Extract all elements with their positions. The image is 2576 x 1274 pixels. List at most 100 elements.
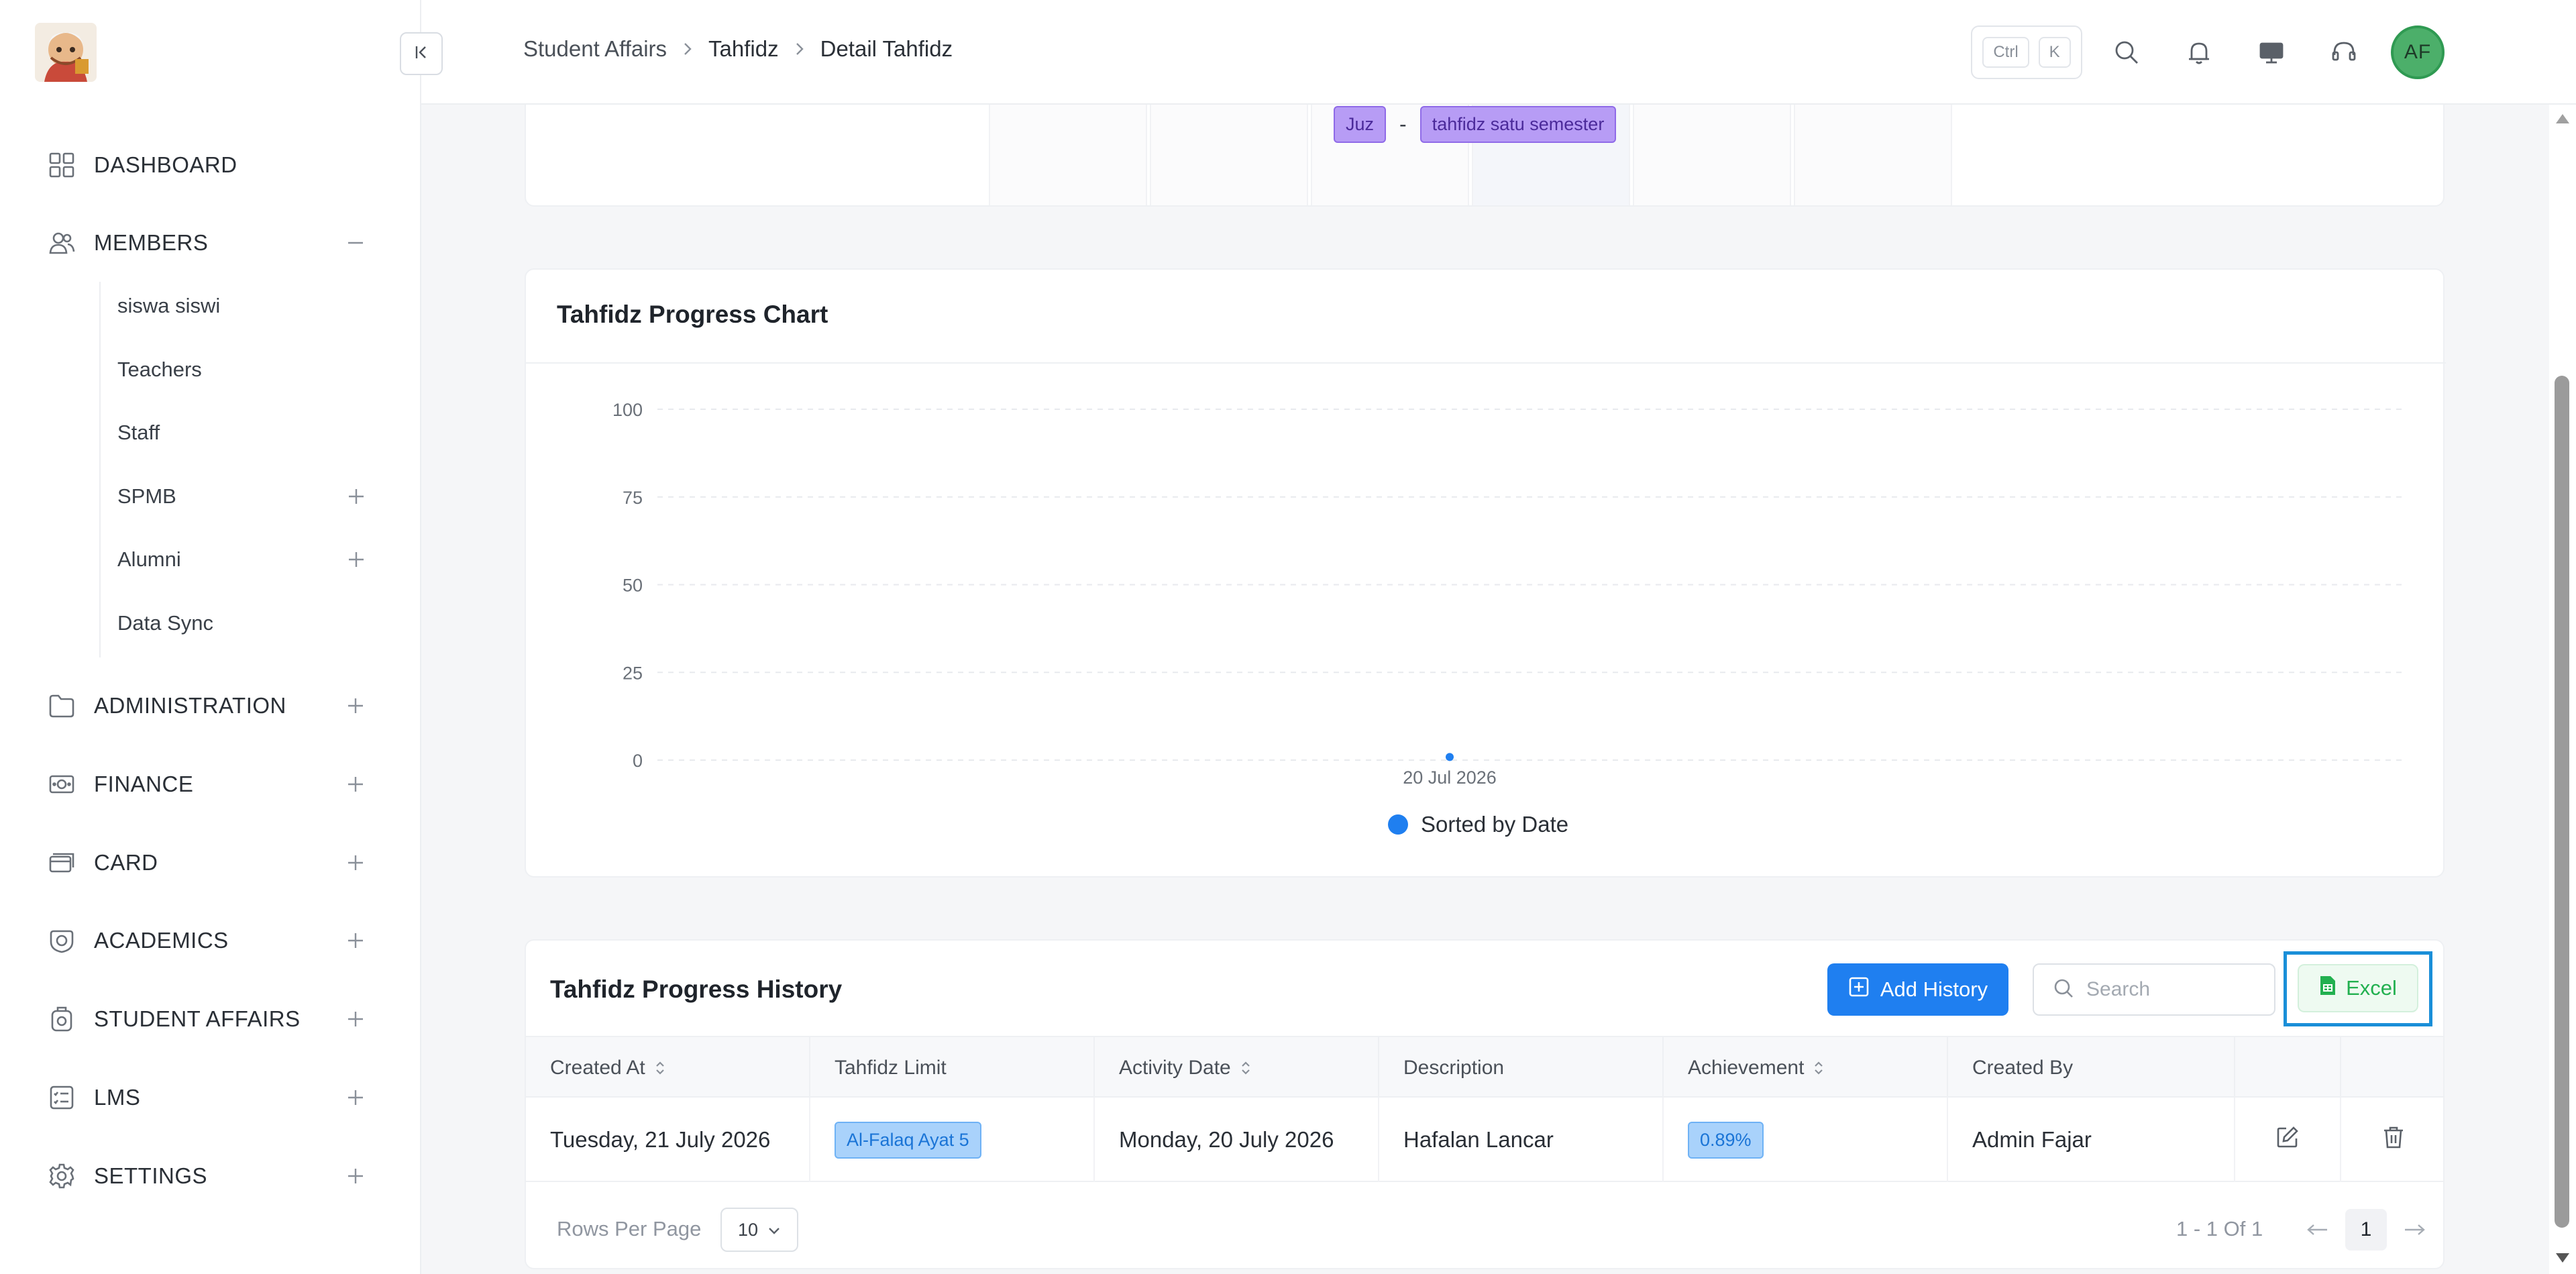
sub-item-label: Data Sync	[117, 611, 214, 635]
table-row: Tuesday, 21 July 2026 Al-Falaq Ayat 5 Mo…	[526, 1098, 2443, 1182]
column-label: Activity Date	[1119, 1057, 1231, 1079]
nav-settings-label: SETTINGS	[94, 1163, 208, 1188]
limit-badge: Al-Falaq Ayat 5	[835, 1121, 981, 1159]
nav-members-label: MEMBERS	[94, 230, 209, 255]
column-tahfidz-limit: Tahfidz Limit	[810, 1037, 1095, 1099]
x-tick-label: 20 Jul 2026	[1403, 767, 1497, 788]
bell-icon[interactable]	[2182, 35, 2216, 70]
student-affairs-icon	[47, 1004, 76, 1034]
nav-academics[interactable]: ACADEMICS	[47, 919, 369, 962]
dashboard-grid-icon	[47, 150, 76, 180]
cell-delete	[2341, 1098, 2443, 1182]
column-label: Created At	[550, 1057, 645, 1079]
expand-plus-icon[interactable]	[343, 483, 370, 510]
edit-icon[interactable]	[2275, 1125, 2300, 1155]
achievement-badge: 0.89%	[1688, 1121, 1764, 1159]
nav-lms-label: LMS	[94, 1085, 141, 1110]
search-icon[interactable]	[2109, 35, 2144, 70]
y-tick-label: 50	[623, 576, 643, 596]
chevron-right-icon	[794, 41, 806, 57]
nav-dashboard[interactable]: DASHBOARD	[47, 144, 369, 187]
expand-plus-icon[interactable]	[342, 692, 369, 719]
search-input[interactable]	[2086, 978, 2247, 1001]
scroll-down-arrow-icon[interactable]	[2556, 1253, 2569, 1263]
page-number-button[interactable]: 1	[2345, 1209, 2387, 1251]
chart-card-title: Tahfidz Progress Chart	[557, 301, 828, 328]
expand-plus-icon[interactable]	[342, 927, 369, 954]
folder-icon	[47, 691, 76, 721]
column-label: Achievement	[1688, 1057, 1805, 1079]
expand-plus-icon[interactable]	[342, 771, 369, 798]
excel-export-button[interactable]: Excel	[2298, 964, 2418, 1012]
scroll-thumb[interactable]	[2555, 376, 2569, 1228]
sub-item-alumni[interactable]: Alumni	[117, 539, 370, 580]
sub-item-teachers[interactable]: Teachers	[117, 350, 370, 390]
y-tick-label: 0	[633, 751, 643, 771]
cell-created-by: Admin Fajar	[1948, 1098, 2235, 1182]
page-scrollbar[interactable]	[2549, 105, 2576, 1274]
excel-focus-outline: Excel	[2284, 951, 2432, 1026]
scroll-up-arrow-icon[interactable]	[2556, 114, 2569, 123]
rows-per-page-select[interactable]: 10	[720, 1208, 798, 1252]
rows-per-page-label: Rows Per Page	[557, 1217, 702, 1240]
trash-icon[interactable]	[2382, 1125, 2405, 1155]
nav-members[interactable]: MEMBERS	[47, 221, 369, 264]
column-description: Description	[1379, 1037, 1664, 1099]
sidebar: DASHBOARD MEMBERS siswa siswi Teachers S…	[0, 0, 421, 1274]
breadcrumb-student-affairs[interactable]: Student Affairs	[523, 36, 667, 62]
history-card-title: Tahfidz Progress History	[550, 975, 843, 1003]
gear-icon	[47, 1161, 76, 1191]
nav-finance-label: FINANCE	[94, 772, 194, 796]
collapse-sidebar-button[interactable]	[400, 32, 443, 75]
collapse-minus-icon[interactable]	[342, 229, 369, 256]
add-history-button[interactable]: Add History	[1827, 963, 2008, 1016]
command-palette-shortcut[interactable]: Ctrl K	[1971, 25, 2082, 79]
sort-icon[interactable]	[1813, 1059, 1824, 1077]
sub-item-data-sync[interactable]: Data Sync	[117, 603, 370, 643]
prev-page-arrow-icon[interactable]	[2297, 1209, 2339, 1251]
school-logo[interactable]	[35, 23, 97, 82]
column-activity-date[interactable]: Activity Date	[1095, 1037, 1379, 1099]
sub-item-siswa[interactable]: siswa siswi	[117, 286, 370, 326]
sort-icon[interactable]	[655, 1059, 665, 1077]
expand-plus-icon[interactable]	[342, 1006, 369, 1032]
column-achievement[interactable]: Achievement	[1664, 1037, 1948, 1099]
column-created-by: Created By	[1948, 1037, 2235, 1099]
nav-student-affairs-label: STUDENT AFFAIRS	[94, 1006, 301, 1031]
juz-tag: Juz	[1334, 106, 1387, 143]
column-created-at[interactable]: Created At	[526, 1037, 810, 1099]
expand-plus-icon[interactable]	[343, 546, 370, 573]
history-search[interactable]	[2033, 963, 2275, 1016]
lms-icon	[47, 1083, 76, 1112]
nav-card[interactable]: CARD	[47, 841, 369, 884]
nav-administration[interactable]: ADMINISTRATION	[47, 684, 369, 727]
sort-icon[interactable]	[1240, 1059, 1251, 1077]
headset-icon[interactable]	[2326, 35, 2361, 70]
next-page-arrow-icon[interactable]	[2394, 1209, 2435, 1251]
user-avatar[interactable]: AF	[2391, 25, 2445, 79]
cell-description: Hafalan Lancar	[1379, 1098, 1664, 1182]
monitor-icon[interactable]	[2254, 35, 2289, 70]
y-tick-label: 75	[623, 488, 643, 508]
nav-settings[interactable]: SETTINGS	[47, 1155, 369, 1198]
column-label: Description	[1403, 1057, 1505, 1079]
nav-finance[interactable]: FINANCE	[47, 763, 369, 806]
collapse-left-icon	[412, 43, 431, 65]
breadcrumb-tahfidz[interactable]: Tahfidz	[708, 36, 779, 62]
expand-plus-icon[interactable]	[342, 1163, 369, 1189]
period-tag: tahfidz satu semester	[1419, 106, 1617, 143]
cell-achievement: 0.89%	[1664, 1098, 1948, 1182]
nav-academics-label: ACADEMICS	[94, 928, 229, 953]
nav-lms[interactable]: LMS	[47, 1076, 369, 1119]
tahfidz-tags: Juz - tahfidz satu semester	[1334, 106, 1617, 143]
chevron-right-icon	[682, 41, 694, 57]
sub-item-spmb[interactable]: SPMB	[117, 476, 370, 517]
cell-created-at: Tuesday, 21 July 2026	[526, 1098, 810, 1182]
expand-plus-icon[interactable]	[342, 1084, 369, 1111]
rows-per-page-value: 10	[737, 1219, 759, 1240]
progress-chart: 0 25 50 75 100 20 Jul 2026 Sorted by Date	[612, 400, 2403, 837]
expand-plus-icon[interactable]	[342, 849, 369, 876]
sub-item-staff[interactable]: Staff	[117, 413, 370, 453]
table-footer: Rows Per Page 10 1 - 1 Of 1 1	[526, 1204, 2443, 1257]
nav-student-affairs[interactable]: STUDENT AFFAIRS	[47, 998, 369, 1041]
